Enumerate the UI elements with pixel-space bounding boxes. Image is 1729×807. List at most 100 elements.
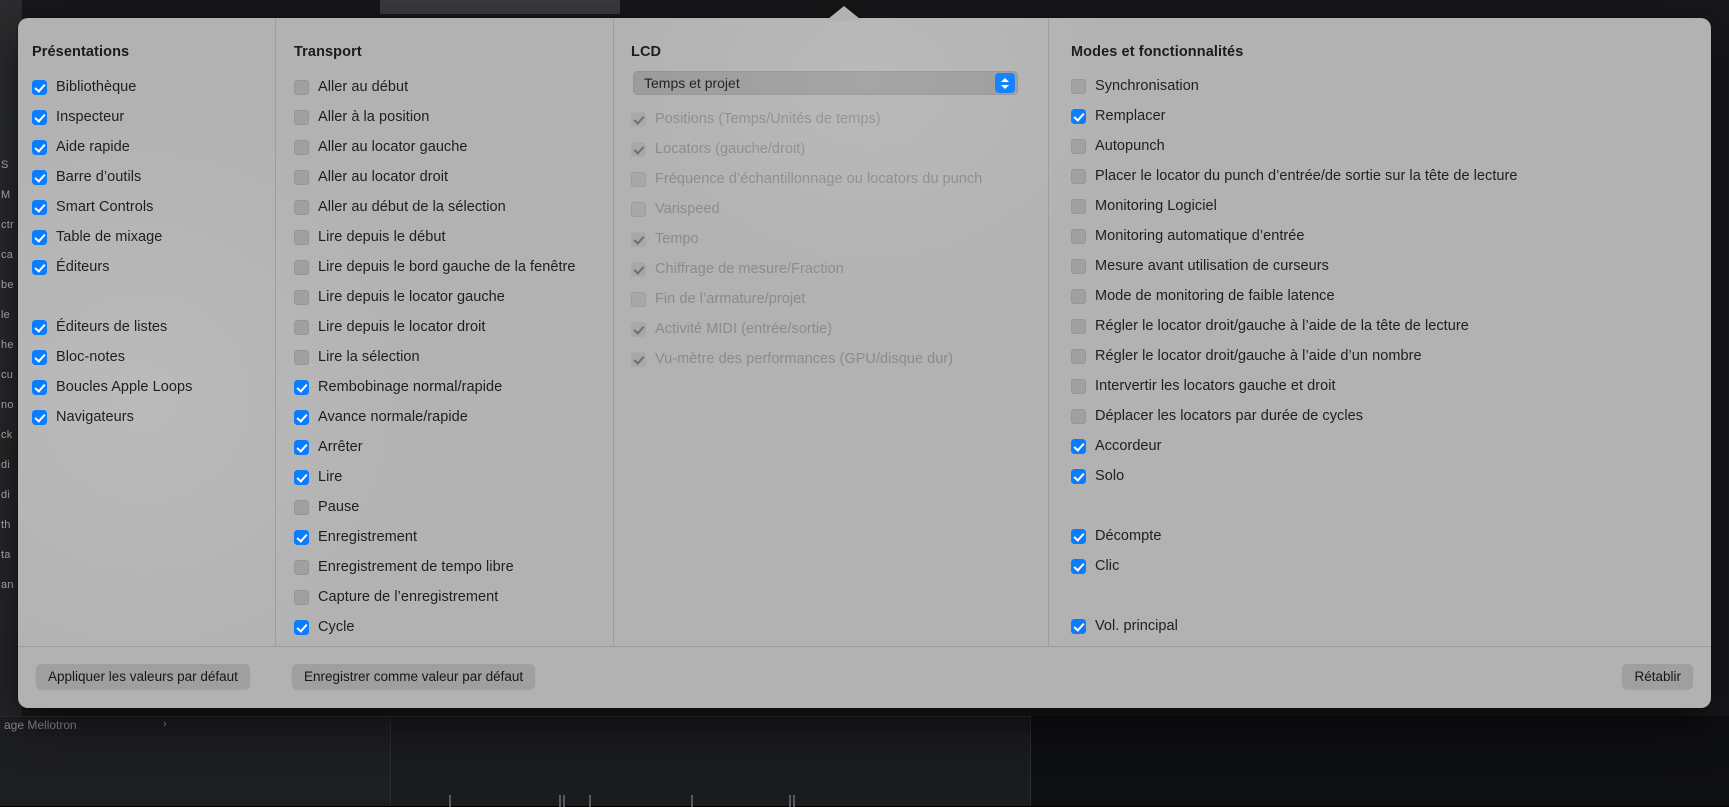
checkbox-row[interactable]: Monitoring Logiciel (1071, 191, 1711, 221)
checkbox-unchecked-icon[interactable] (1071, 409, 1086, 424)
checkbox-row[interactable]: Navigateurs (32, 402, 275, 432)
checkbox-row[interactable]: Smart Controls (32, 192, 275, 222)
checkbox-row[interactable]: Rembobinage normal/rapide (294, 372, 613, 402)
checkbox-row[interactable]: Mesure avant utilisation de curseurs (1071, 251, 1711, 281)
checkbox-unchecked-icon[interactable] (1071, 79, 1086, 94)
checkbox-checked-icon[interactable] (1071, 619, 1086, 634)
checkbox-row[interactable]: Aller à la position (294, 102, 613, 132)
checkbox-row[interactable]: Monitoring automatique d’entrée (1071, 221, 1711, 251)
checkbox-row[interactable]: Lire la sélection (294, 342, 613, 372)
checkbox-row[interactable]: Bloc-notes (32, 342, 275, 372)
background-right-panel (1030, 716, 1729, 806)
checkbox-row[interactable]: Lire depuis le bord gauche de la fenêtre (294, 252, 613, 282)
checkbox-unchecked-icon[interactable] (294, 80, 309, 95)
checkbox-row[interactable]: Arrêter (294, 432, 613, 462)
checkbox-row[interactable]: Remplacer (1071, 101, 1711, 131)
checkbox-row[interactable]: Déplacer les locators par durée de cycle… (1071, 401, 1711, 431)
checkbox-unchecked-icon[interactable] (294, 560, 309, 575)
checkbox-row[interactable]: Table de mixage (32, 222, 275, 252)
checkbox-checked-icon[interactable] (294, 380, 309, 395)
checkbox-unchecked-icon[interactable] (1071, 259, 1086, 274)
checkbox-checked-icon[interactable] (294, 410, 309, 425)
checkbox-row[interactable]: Bibliothèque (32, 72, 275, 102)
checkbox-unchecked-icon[interactable] (294, 500, 309, 515)
checkbox-row[interactable]: Aller au début de la sélection (294, 192, 613, 222)
checkbox-checked-icon[interactable] (32, 410, 47, 425)
checkbox-unchecked-icon[interactable] (294, 590, 309, 605)
checkbox-checked-icon[interactable] (32, 170, 47, 185)
checkbox-row[interactable]: Aide rapide (32, 132, 275, 162)
checkbox-row[interactable]: Vol. principal (1071, 611, 1711, 641)
checkbox-unchecked-icon[interactable] (294, 260, 309, 275)
checkbox-unchecked-icon[interactable] (294, 140, 309, 155)
checkbox-unchecked-icon[interactable] (294, 200, 309, 215)
checkbox-checked-icon[interactable] (32, 320, 47, 335)
checkbox-row[interactable]: Clic (1071, 551, 1711, 581)
checkbox-row[interactable]: Placer le locator du punch d’entrée/de s… (1071, 161, 1711, 191)
checkbox-checked-icon[interactable] (294, 470, 309, 485)
checkbox-unchecked-icon[interactable] (294, 230, 309, 245)
checkbox-checked-icon[interactable] (32, 140, 47, 155)
checkbox-checked-icon[interactable] (32, 350, 47, 365)
checkbox-row[interactable]: Lire depuis le début (294, 222, 613, 252)
checkbox-checked-icon[interactable] (1071, 559, 1086, 574)
chevron-up-down-icon[interactable] (995, 73, 1015, 93)
checkbox-row[interactable]: Régler le locator droit/gauche à l’aide … (1071, 341, 1711, 371)
checkbox-checked-icon[interactable] (32, 200, 47, 215)
checkbox-row[interactable]: Lire depuis le locator droit (294, 312, 613, 342)
checkbox-row[interactable]: Mode de monitoring de faible latence (1071, 281, 1711, 311)
checkbox-checked-icon[interactable] (294, 530, 309, 545)
checkbox-unchecked-icon[interactable] (1071, 289, 1086, 304)
checkbox-row[interactable]: Inspecteur (32, 102, 275, 132)
checkbox-row[interactable]: Capture de l’enregistrement (294, 582, 613, 612)
checkbox-row[interactable]: Cycle (294, 612, 613, 642)
checkbox-unchecked-icon[interactable] (294, 320, 309, 335)
checkbox-checked-icon[interactable] (32, 380, 47, 395)
checkbox-row[interactable]: Autopunch (1071, 131, 1711, 161)
checkbox-row[interactable]: Pause (294, 492, 613, 522)
checkbox-checked-icon[interactable] (1071, 109, 1086, 124)
checkbox-unchecked-icon[interactable] (1071, 349, 1086, 364)
checkbox-unchecked-icon[interactable] (1071, 379, 1086, 394)
checkbox-row[interactable]: Enregistrement de tempo libre (294, 552, 613, 582)
checkbox-row[interactable]: Boucles Apple Loops (32, 372, 275, 402)
checkbox-unchecked-icon[interactable] (1071, 229, 1086, 244)
checkbox-checked-icon[interactable] (294, 620, 309, 635)
checkbox-row[interactable]: Éditeurs de listes (32, 312, 275, 342)
checkbox-unchecked-icon[interactable] (1071, 199, 1086, 214)
checkbox-row[interactable]: Régler le locator droit/gauche à l’aide … (1071, 311, 1711, 341)
checkbox-row[interactable]: Aller au début (294, 72, 613, 102)
checkbox-checked-icon[interactable] (32, 110, 47, 125)
checkbox-checked-icon[interactable] (294, 440, 309, 455)
checkbox-unchecked-icon[interactable] (1071, 139, 1086, 154)
checkbox-checked-icon[interactable] (1071, 439, 1086, 454)
checkbox-row[interactable]: Solo (1071, 461, 1711, 491)
checkbox-unchecked-icon[interactable] (294, 350, 309, 365)
checkbox-checked-icon[interactable] (1071, 469, 1086, 484)
save-as-default-button[interactable]: Enregistrer comme valeur par défaut (292, 664, 535, 689)
checkbox-checked-icon[interactable] (32, 230, 47, 245)
lcd-display-mode-popup-button[interactable]: Temps et projet (633, 71, 1018, 95)
checkbox-unchecked-icon[interactable] (294, 110, 309, 125)
reset-button[interactable]: Rétablir (1622, 664, 1693, 689)
checkbox-unchecked-icon[interactable] (1071, 319, 1086, 334)
checkbox-row[interactable]: Décompte (1071, 521, 1711, 551)
checkbox-checked-icon[interactable] (32, 80, 47, 95)
checkbox-unchecked-icon[interactable] (294, 170, 309, 185)
checkbox-unchecked-icon[interactable] (1071, 169, 1086, 184)
checkbox-row[interactable]: Éditeurs (32, 252, 275, 282)
checkbox-row[interactable]: Aller au locator droit (294, 162, 613, 192)
checkbox-unchecked-icon[interactable] (294, 290, 309, 305)
checkbox-row[interactable]: Lire (294, 462, 613, 492)
checkbox-row[interactable]: Lire depuis le locator gauche (294, 282, 613, 312)
checkbox-row[interactable]: Accordeur (1071, 431, 1711, 461)
apply-defaults-button[interactable]: Appliquer les valeurs par défaut (36, 664, 250, 689)
checkbox-row[interactable]: Intervertir les locators gauche et droit (1071, 371, 1711, 401)
checkbox-row[interactable]: Avance normale/rapide (294, 402, 613, 432)
checkbox-checked-icon[interactable] (32, 260, 47, 275)
checkbox-row[interactable]: Barre d’outils (32, 162, 275, 192)
checkbox-row[interactable]: Enregistrement (294, 522, 613, 552)
checkbox-checked-icon[interactable] (1071, 529, 1086, 544)
checkbox-row[interactable]: Aller au locator gauche (294, 132, 613, 162)
checkbox-row[interactable]: Synchronisation (1071, 71, 1711, 101)
